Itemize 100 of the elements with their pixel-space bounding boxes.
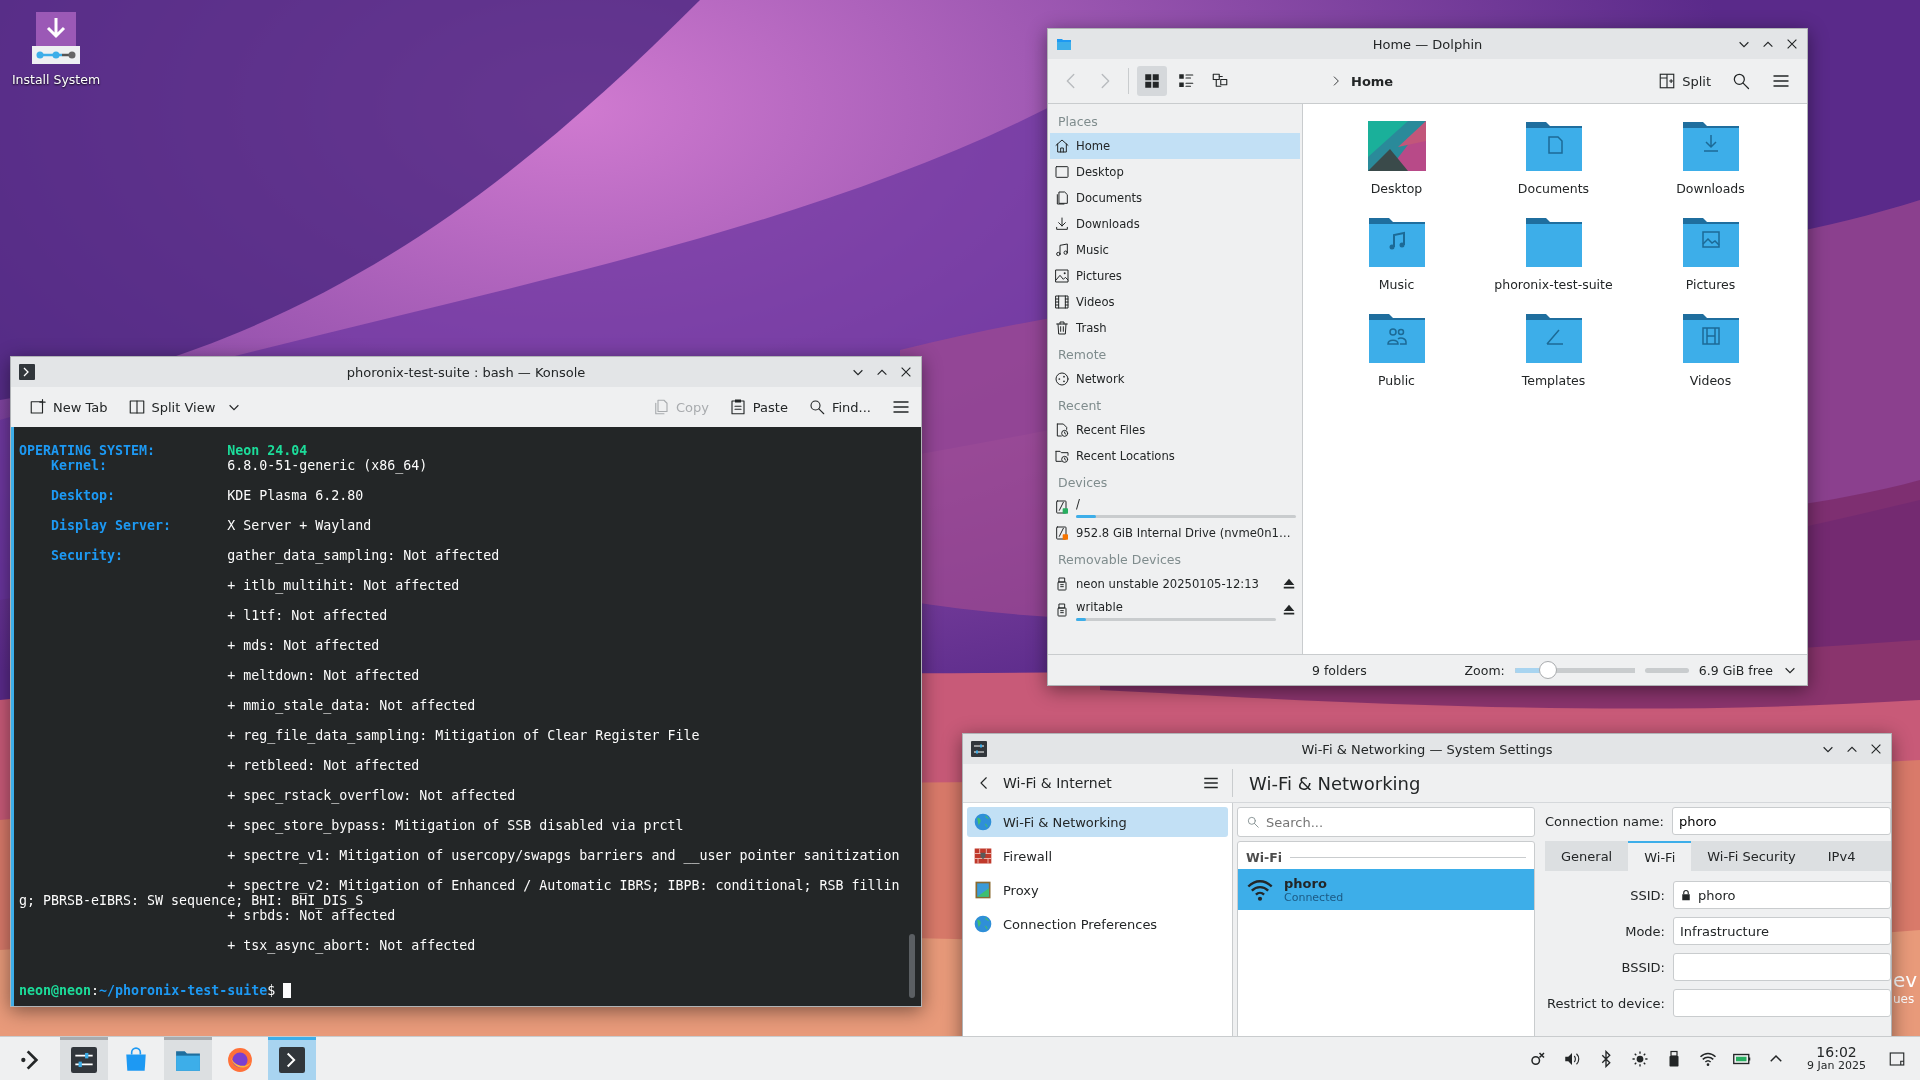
ssid-field[interactable]: phoro [1673,881,1891,909]
places-item[interactable]: Recent Locations [1050,443,1300,469]
connection-name-field[interactable]: phoro [1671,807,1891,835]
split-view-button[interactable]: Split View [119,392,224,422]
prompt-user: neon@neon [19,983,92,998]
mode-combo-box[interactable]: Infrastructure [1673,917,1891,945]
terminal-label: Desktop: [50,488,117,503]
folder-name[interactable]: Downloads [1676,181,1745,196]
terminal-text: + mmio_stale_data: Not affected [227,698,476,713]
field-label: Mode: [1624,923,1665,939]
show-desktop-icon[interactable] [1888,1049,1906,1068]
places-item[interactable]: neon unstable 20250105-12:13 [1050,571,1300,597]
folder-name[interactable]: Public [1378,373,1415,388]
split-view-icon [127,398,146,416]
split-view-icon [1658,72,1677,90]
places-item[interactable]: Videos [1050,289,1300,315]
category-label: Wi-Fi & Networking [1003,814,1127,830]
window-title: Wi-Fi & Networking — System Settings [1301,741,1553,757]
picture-icon [1054,268,1070,284]
category-item[interactable]: Wi-Fi & Networking [967,807,1228,837]
field-label: BSSID: [1620,959,1665,975]
places-item[interactable]: writable [1050,597,1300,623]
place-label: Network [1076,372,1126,386]
eject-icon[interactable] [1282,603,1296,617]
home-icon [1054,138,1070,154]
places-item[interactable]: Pictures [1050,263,1300,289]
search-field[interactable]: Search... [1237,807,1535,837]
slider-handle[interactable] [1539,661,1558,679]
trash-icon [1054,320,1070,336]
clock-time[interactable]: 16:02 [1816,1044,1857,1061]
category-item[interactable]: Firewall [967,841,1228,871]
shopping-bag-icon [123,1047,149,1073]
taskbar-button[interactable] [268,1036,316,1080]
places-item[interactable]: Trash [1050,315,1300,341]
close-icon[interactable] [1785,37,1799,51]
category-item[interactable]: Connection Preferences [967,909,1228,939]
clipboard-icon [728,398,747,416]
connection-item[interactable]: phoro Connected [1238,869,1534,910]
places-item[interactable]: Desktop [1050,159,1300,185]
free-space-text[interactable]: 6.9 GiB free [1698,662,1773,678]
terminal-text: gather_data_sampling: Not affected [227,548,500,563]
breadcrumb-item[interactable]: Home [1351,73,1394,89]
folder-name[interactable]: Music [1378,277,1415,292]
folder-name[interactable]: Pictures [1685,277,1736,292]
globe-icon [973,914,993,934]
folder-name[interactable]: Desktop [1370,181,1423,196]
search-button[interactable]: Find... [799,392,879,422]
places-item[interactable]: Music [1050,237,1300,263]
category-label: Proxy [1003,882,1039,898]
terminal-label: Security: [50,548,125,563]
connection-name: phoro [1284,875,1328,891]
place-label: Trash [1076,321,1108,335]
eject-icon[interactable] [1282,577,1296,591]
terminal-icon [19,364,35,380]
tab[interactable]: IPv4 [1811,841,1872,871]
clock-date[interactable]: 9 Jan 2025 [1807,1060,1866,1073]
music-note-icon [1054,242,1070,258]
tree-view-icon [1211,72,1229,90]
new-tab-icon [29,398,47,416]
terminal-text: g; PBRSB-eIBRS: SW sequence; BHI: BHI_DIS_S [19,893,364,908]
folder-name[interactable]: Documents [1517,181,1590,196]
tab[interactable]: Wi-Fi Security [1691,841,1812,871]
close-icon[interactable] [1869,742,1883,756]
drive-icon [1054,525,1070,541]
terminal-text: + spec_store_bypass: Mitigation of SSB disabled via prctl [227,818,684,833]
places-item[interactable]: 952.8 GiB Internal Drive (nvme0n1… [1050,520,1300,546]
folder-name[interactable]: Templates [1521,373,1586,388]
clipboard-button[interactable]: Paste [720,392,796,422]
desktop-icon-label[interactable]: Install System [11,72,101,87]
folder-name[interactable]: phoronix-test-suite [1494,277,1613,292]
places-item[interactable]: Downloads [1050,211,1300,237]
places-item[interactable]: Network [1050,366,1300,392]
text-field[interactable] [1673,953,1891,981]
category-label: Firewall [1003,848,1053,864]
tab[interactable]: General [1545,841,1629,871]
zoom-label: Zoom: [1464,662,1505,678]
text-field[interactable] [1673,989,1891,1017]
places-item[interactable]: Documents [1050,185,1300,211]
close-icon[interactable] [899,365,913,379]
split-button[interactable]: Split [1650,66,1719,96]
widget-text: ues [1893,992,1916,1006]
places-item[interactable]: Recent Files [1050,417,1300,443]
terminal-label: Kernel: [50,458,109,473]
places-item[interactable]: Home [1050,133,1300,159]
scrollbar[interactable] [909,934,915,998]
icon-grid-button[interactable] [1137,66,1167,96]
category-item[interactable]: Proxy [967,875,1228,905]
proxy-icon [973,880,993,900]
drive-icon [1054,499,1070,515]
terminal-text: 6.8.0-51-generic (x86_64) [227,458,428,473]
tab[interactable]: Wi-Fi [1628,841,1692,871]
new-tab-button[interactable]: New Tab [21,392,116,422]
place-label: / [1076,496,1081,511]
search-icon[interactable] [1731,71,1751,91]
brightness-icon[interactable] [1631,1049,1650,1068]
page-title: Wi-Fi & Internet [1003,775,1112,791]
places-item[interactable]: / [1050,494,1300,520]
taskbar-button[interactable] [60,1036,108,1080]
folder-name[interactable]: Videos [1689,373,1732,388]
search-icon [1246,815,1260,829]
